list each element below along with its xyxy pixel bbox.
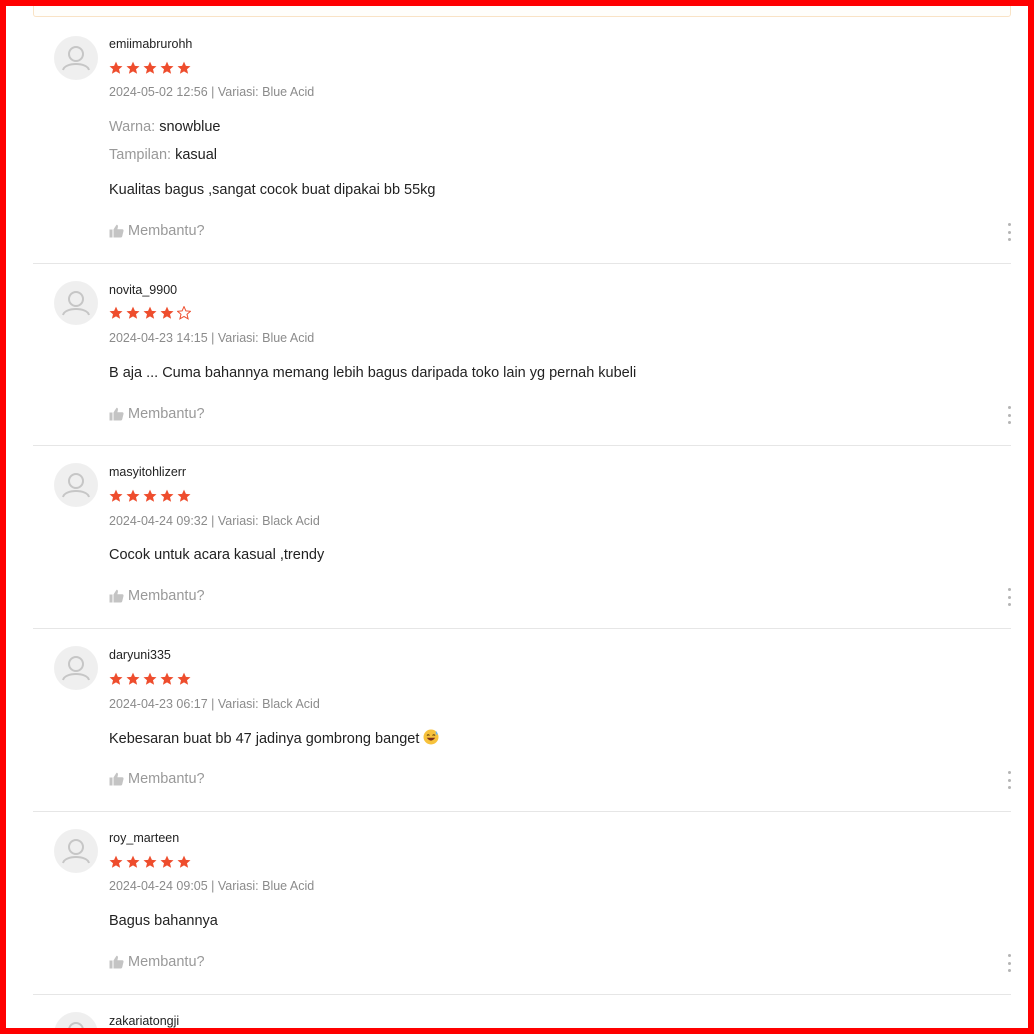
user-placeholder-icon bbox=[62, 656, 90, 681]
review-comment: Cocok untuk acara kasual ,trendy bbox=[109, 547, 325, 563]
rating-stars bbox=[109, 489, 191, 503]
avatar[interactable] bbox=[54, 36, 98, 80]
review-comment: Bagus bahannya bbox=[109, 913, 218, 929]
more-options-icon[interactable] bbox=[1004, 223, 1014, 241]
star-filled-icon bbox=[160, 306, 174, 320]
review-username: daryuni335 bbox=[109, 648, 171, 662]
avatar[interactable] bbox=[54, 1012, 98, 1034]
star-filled-icon bbox=[126, 61, 140, 75]
star-filled-icon bbox=[143, 489, 157, 503]
star-filled-icon bbox=[109, 61, 123, 75]
review-item: daryuni335 2024-04-23 06:17 | Variasi: B… bbox=[33, 629, 1011, 812]
star-filled-icon bbox=[160, 855, 174, 869]
avatar[interactable] bbox=[54, 463, 98, 507]
star-empty-icon bbox=[177, 306, 191, 320]
review-username: emiimabrurohh bbox=[109, 37, 193, 51]
review-date-variation: 2024-04-24 09:32 | Variasi: Black Acid bbox=[109, 514, 320, 528]
thumbs-up-icon bbox=[109, 955, 124, 969]
rating-stars bbox=[109, 61, 191, 75]
helpful-button[interactable]: Membantu? bbox=[109, 222, 205, 240]
star-filled-icon bbox=[143, 672, 157, 686]
attribute-value: kasual bbox=[175, 147, 218, 163]
review-username: zakariatongji bbox=[109, 1014, 180, 1028]
star-filled-icon bbox=[109, 855, 123, 869]
grinning-sweat-face-icon bbox=[423, 729, 439, 750]
review-username: novita_9900 bbox=[109, 283, 178, 297]
star-filled-icon bbox=[177, 61, 191, 75]
review-username: roy_marteen bbox=[109, 831, 180, 845]
rating-stars bbox=[109, 672, 191, 686]
star-filled-icon bbox=[143, 306, 157, 320]
review-item: masyitohlizerr 2024-04-24 09:32 | Varias… bbox=[33, 446, 1011, 629]
avatar[interactable] bbox=[54, 646, 98, 690]
review-username: masyitohlizerr bbox=[109, 465, 187, 479]
star-filled-icon bbox=[177, 489, 191, 503]
star-filled-icon bbox=[177, 855, 191, 869]
helpful-button[interactable]: Membantu? bbox=[109, 953, 205, 971]
star-filled-icon bbox=[126, 306, 140, 320]
user-placeholder-icon bbox=[62, 291, 90, 316]
user-placeholder-icon bbox=[68, 1022, 84, 1034]
helpful-button[interactable]: Membantu? bbox=[109, 770, 205, 788]
star-filled-icon bbox=[160, 489, 174, 503]
star-filled-icon bbox=[160, 672, 174, 686]
helpful-button[interactable]: Membantu? bbox=[109, 405, 205, 423]
helpful-label: Membantu? bbox=[128, 954, 205, 970]
helpful-label: Membantu? bbox=[128, 223, 205, 239]
star-filled-icon bbox=[143, 855, 157, 869]
star-filled-icon bbox=[126, 855, 140, 869]
more-options-icon[interactable] bbox=[1004, 771, 1014, 789]
star-filled-icon bbox=[109, 489, 123, 503]
review-date-variation: 2024-04-24 09:05 | Variasi: Blue Acid bbox=[109, 879, 315, 893]
user-placeholder-icon bbox=[62, 46, 90, 71]
helpful-label: Membantu? bbox=[128, 771, 205, 787]
attribute-value: snowblue bbox=[159, 119, 221, 135]
attribute-style: Tampilan: kasual bbox=[109, 146, 217, 164]
more-options-icon[interactable] bbox=[1004, 588, 1014, 606]
more-options-icon[interactable] bbox=[1004, 954, 1014, 972]
rating-stars bbox=[109, 855, 191, 869]
helpful-label: Membantu? bbox=[128, 588, 205, 604]
avatar[interactable] bbox=[54, 281, 98, 325]
star-filled-icon bbox=[109, 306, 123, 320]
helpful-button[interactable]: Membantu? bbox=[109, 587, 205, 605]
thumbs-up-icon bbox=[109, 224, 124, 238]
review-item: emiimabrurohh 2024-05-02 12:56 | Variasi… bbox=[33, 0, 1011, 264]
user-placeholder-icon bbox=[62, 473, 90, 498]
avatar[interactable] bbox=[54, 829, 98, 873]
review-comment: Kebesaran buat bb 47 jadinya gombrong ba… bbox=[109, 729, 439, 750]
review-date-variation: 2024-04-23 14:15 | Variasi: Blue Acid bbox=[109, 331, 315, 345]
star-filled-icon bbox=[143, 61, 157, 75]
review-item: zakariatongji bbox=[33, 995, 1011, 1034]
review-date-variation: 2024-04-23 06:17 | Variasi: Black Acid bbox=[109, 697, 320, 711]
review-item: novita_9900 2024-04-23 14:15 | Variasi: … bbox=[33, 264, 1011, 446]
star-filled-icon bbox=[109, 672, 123, 686]
review-comment: B aja ... Cuma bahannya memang lebih bag… bbox=[109, 365, 637, 381]
review-comment-text: Kebesaran buat bb 47 jadinya gombrong ba… bbox=[109, 731, 420, 747]
review-comment: Kualitas bagus ,sangat cocok buat dipaka… bbox=[109, 182, 436, 198]
star-filled-icon bbox=[177, 672, 191, 686]
attribute-label: Tampilan: bbox=[109, 147, 172, 163]
thumbs-up-icon bbox=[109, 589, 124, 603]
attribute-label: Warna: bbox=[109, 119, 156, 135]
user-placeholder-icon bbox=[62, 839, 90, 864]
star-filled-icon bbox=[160, 61, 174, 75]
thumbs-up-icon bbox=[109, 772, 124, 786]
helpful-label: Membantu? bbox=[128, 406, 205, 422]
review-item: roy_marteen 2024-04-24 09:05 | Variasi: … bbox=[33, 812, 1011, 995]
review-date-variation: 2024-05-02 12:56 | Variasi: Blue Acid bbox=[109, 85, 315, 99]
thumbs-up-icon bbox=[109, 407, 124, 421]
attribute-color: Warna: snowblue bbox=[109, 118, 221, 136]
star-filled-icon bbox=[126, 672, 140, 686]
rating-stars bbox=[109, 306, 191, 320]
more-options-icon[interactable] bbox=[1004, 406, 1014, 424]
star-filled-icon bbox=[126, 489, 140, 503]
